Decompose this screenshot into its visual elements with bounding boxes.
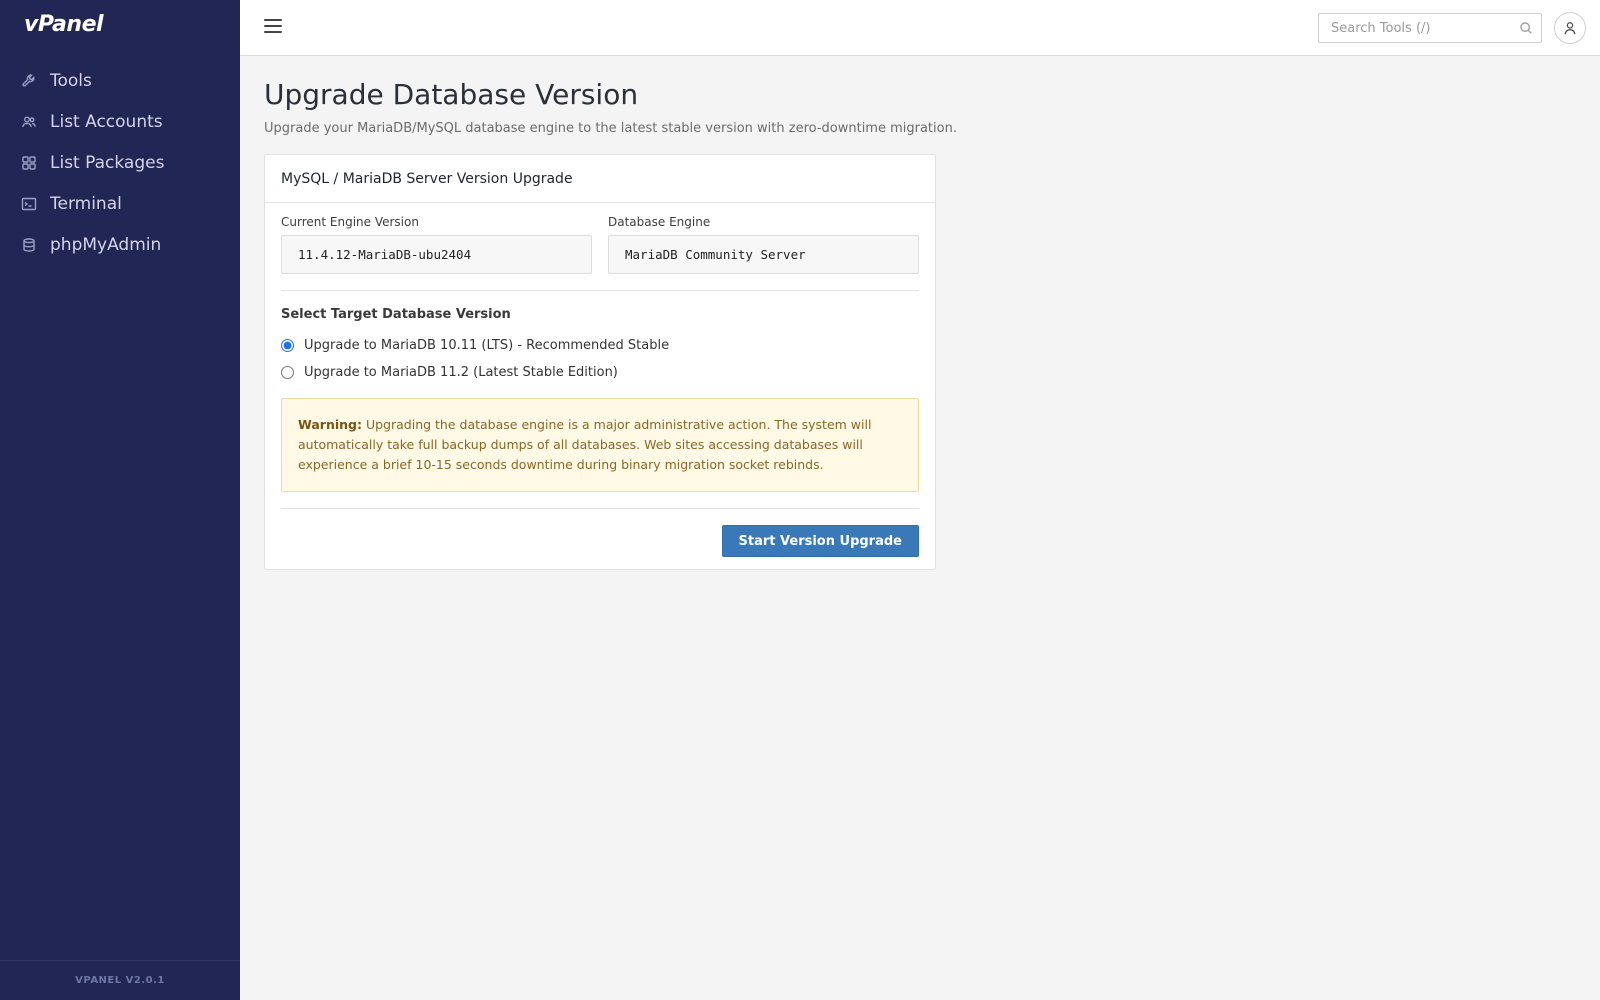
search-box xyxy=(1318,13,1542,43)
sidebar-item-tools[interactable]: Tools xyxy=(0,60,240,101)
database-engine-field: Database Engine MariaDB Community Server xyxy=(608,215,919,274)
user-avatar-button[interactable] xyxy=(1554,12,1586,44)
warning-text: Upgrading the database engine is a major… xyxy=(298,417,872,472)
current-version-label: Current Engine Version xyxy=(281,215,419,229)
sidebar-item-label: Terminal xyxy=(50,193,122,214)
sidebar-item-phpmyadmin[interactable]: phpMyAdmin xyxy=(0,224,240,265)
current-version-field: Current Engine Version 11.4.12-MariaDB-u… xyxy=(281,215,592,274)
sidebar-item-label: phpMyAdmin xyxy=(50,234,162,255)
current-version-value: 11.4.12-MariaDB-ubu2404 xyxy=(281,235,592,274)
user-icon xyxy=(1564,22,1576,35)
wrench-icon xyxy=(20,72,38,90)
database-engine-label: Database Engine xyxy=(608,215,711,229)
option-mariadb-10-11[interactable]: Upgrade to MariaDB 10.11 (LTS) - Recomme… xyxy=(281,332,919,359)
database-icon xyxy=(20,236,38,254)
sidebar-item-label: List Packages xyxy=(50,152,165,173)
sidebar-item-list-accounts[interactable]: List Accounts xyxy=(0,101,240,142)
warning-alert: Warning: Upgrading the database engine i… xyxy=(281,398,919,492)
engine-info-row: Current Engine Version 11.4.12-MariaDB-u… xyxy=(281,215,919,274)
card-body: Current Engine Version 11.4.12-MariaDB-u… xyxy=(265,203,935,569)
warning-title: Warning: xyxy=(298,417,362,432)
upgrade-card: MySQL / MariaDB Server Version Upgrade C… xyxy=(264,154,936,570)
sidebar-item-list-packages[interactable]: List Packages xyxy=(0,142,240,183)
top-bar xyxy=(240,0,1600,56)
divider xyxy=(281,290,919,291)
option-label: Upgrade to MariaDB 10.11 (LTS) - Recomme… xyxy=(304,338,670,353)
option-label: Upgrade to MariaDB 11.2 (Latest Stable E… xyxy=(304,365,618,380)
card-title: MySQL / MariaDB Server Version Upgrade xyxy=(265,155,935,203)
page-title: Upgrade Database Version xyxy=(264,78,639,111)
search-input[interactable] xyxy=(1319,14,1509,42)
brand-logo[interactable]: vPanel xyxy=(24,12,104,37)
hamburger-menu-icon[interactable] xyxy=(264,19,282,35)
radio-mariadb-10-11[interactable] xyxy=(281,339,294,352)
sidebar-nav: Tools List Accounts List Packages Termin… xyxy=(0,60,240,265)
sidebar-item-terminal[interactable]: Terminal xyxy=(0,183,240,224)
search-icon[interactable] xyxy=(1519,21,1533,35)
sidebar: vPanel Tools List Accounts List Packages… xyxy=(0,0,240,1000)
option-mariadb-11-2[interactable]: Upgrade to MariaDB 11.2 (Latest Stable E… xyxy=(281,359,919,386)
main-content: Upgrade Database Version Upgrade your Ma… xyxy=(264,56,1574,570)
target-version-label: Select Target Database Version xyxy=(281,307,511,322)
start-version-upgrade-button[interactable]: Start Version Upgrade xyxy=(721,525,919,557)
page-subtitle: Upgrade your MariaDB/MySQL database engi… xyxy=(264,121,957,136)
database-engine-value: MariaDB Community Server xyxy=(608,235,919,274)
terminal-icon xyxy=(20,195,38,213)
app-version: VPANEL V2.0.1 xyxy=(0,960,240,1000)
sidebar-item-label: Tools xyxy=(50,70,92,91)
sidebar-item-label: List Accounts xyxy=(50,111,163,132)
users-icon xyxy=(20,113,38,131)
grid-icon xyxy=(20,154,38,172)
card-actions: Start Version Upgrade xyxy=(281,509,919,557)
radio-mariadb-11-2[interactable] xyxy=(281,366,294,379)
